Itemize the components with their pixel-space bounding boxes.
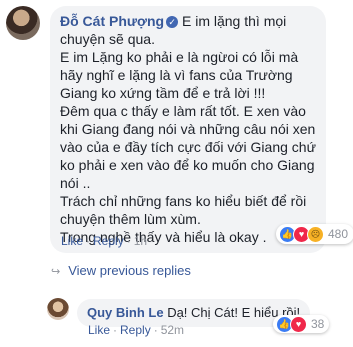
reply-reaction-count: 38 [311, 317, 325, 331]
verified-badge-icon: ✓ [166, 16, 179, 28]
comment-author[interactable]: Đỗ Cát Phượng [60, 13, 164, 29]
reply-link[interactable]: Reply [93, 234, 124, 248]
reply-like-link[interactable]: Like [88, 323, 110, 337]
reaction-count: 480 [328, 227, 349, 241]
reply-reaction-summary[interactable]: 👍 ♥ 38 [273, 315, 330, 333]
reply-time[interactable]: 52m [161, 323, 184, 337]
reply-avatar[interactable] [47, 298, 69, 320]
reply-reply-link[interactable]: Reply [120, 323, 151, 337]
reply-arrow-icon: ↩ [51, 266, 61, 278]
like-link[interactable]: Like [61, 234, 83, 248]
sad-reaction-icon: ☹ [307, 225, 324, 243]
comment-time[interactable]: 1h [134, 234, 147, 248]
view-previous-replies[interactable]: ↩ View previous replies [51, 263, 191, 278]
comment-text-2: E im Lặng ko phải e là ngừoi có lỗi mà h… [60, 49, 299, 101]
comment-text-4: Trách chỉ những fans ko hiểu biết để rồi… [60, 193, 307, 227]
reaction-summary[interactable]: 👍 ♥ ☹ 480 [276, 224, 353, 244]
reply-actions: Like · Reply · 52m [88, 323, 185, 337]
reply-author[interactable]: Quy Binh Le [87, 305, 164, 320]
comment-actions: Like · Reply · 1h [61, 234, 148, 248]
view-previous-label: View previous replies [68, 263, 191, 278]
avatar[interactable] [6, 6, 40, 40]
comment-bubble: Đỗ Cát Phượng ✓ E im lặng thì mọi chuyện … [50, 6, 326, 253]
main-comment: Đỗ Cát Phượng ✓ E im lặng thì mọi chuyện … [50, 6, 350, 253]
reply-love-reaction-icon: ♥ [290, 315, 307, 333]
comment-text-3: Đêm qua c thấy e làm rất tốt. E xen vào … [60, 103, 316, 191]
